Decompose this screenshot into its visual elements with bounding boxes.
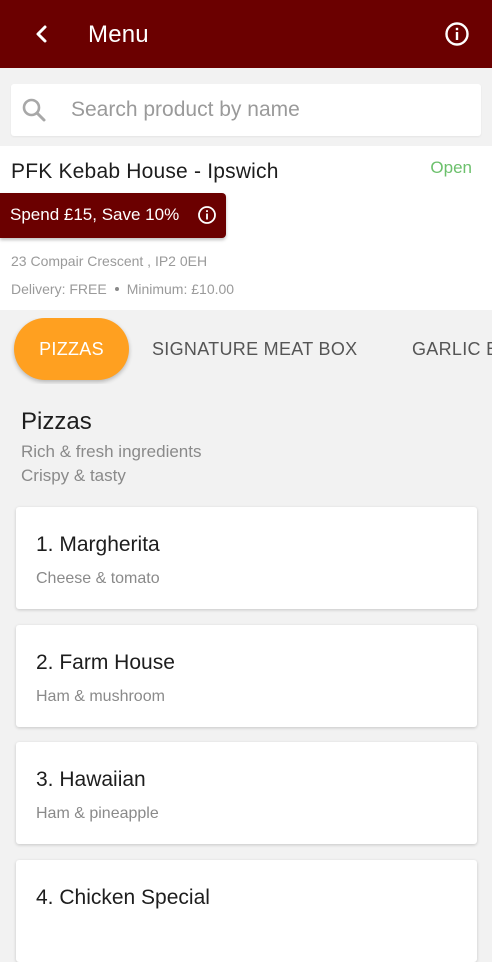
chevron-left-icon (36, 25, 47, 43)
promo-banner[interactable]: Spend £15, Save 10% (0, 193, 226, 238)
store-name: PFK Kebab House - Ipswich (11, 160, 279, 183)
product-name: 3. Hawaiian (36, 768, 146, 791)
tab-garlic-bread[interactable]: GARLIC B (412, 318, 492, 380)
product-card[interactable]: 4. Chicken Special (16, 860, 477, 962)
product-description: Ham & pineapple (36, 805, 159, 822)
store-header: PFK Kebab House - Ipswich Open Spend £15… (0, 146, 492, 310)
product-card[interactable]: 3. Hawaiian Ham & pineapple (16, 742, 477, 844)
info-button[interactable] (443, 20, 471, 48)
app-bar: Menu (0, 0, 492, 68)
promo-text: Spend £15, Save 10% (10, 205, 180, 224)
product-name: 1. Margherita (36, 533, 160, 556)
delivery-info: Delivery: FREE Minimum: £10.00 (11, 281, 234, 297)
search-bar (11, 84, 481, 136)
search-icon (22, 98, 46, 122)
minimum-order: Minimum: £10.00 (126, 281, 235, 297)
section-description: Rich & fresh ingredients (21, 442, 202, 461)
product-card[interactable]: 1. Margherita Cheese & tomato (16, 507, 477, 609)
section-title: Pizzas (21, 408, 92, 435)
product-description: Cheese & tomato (36, 570, 160, 587)
store-status-badge: Open (430, 158, 472, 177)
delivery-fee: Delivery: FREE (11, 281, 107, 297)
info-circle-icon (198, 206, 216, 224)
search-input[interactable] (71, 84, 471, 136)
product-name: 2. Farm House (36, 651, 175, 674)
product-name: 4. Chicken Special (36, 886, 210, 909)
product-description: Ham & mushroom (36, 688, 165, 705)
info-circle-icon (445, 22, 469, 46)
page-title: Menu (88, 21, 149, 48)
separator-dot (114, 287, 119, 292)
tab-signature-meat-box[interactable]: SIGNATURE MEAT BOX (152, 318, 357, 380)
category-tabs: PIZZAS SIGNATURE MEAT BOX GARLIC B (0, 318, 492, 384)
tab-pizzas[interactable]: PIZZAS (14, 318, 129, 380)
back-button[interactable] (22, 14, 62, 54)
store-address: 23 Compair Crescent , IP2 0EH (11, 253, 208, 269)
product-card[interactable]: 2. Farm House Ham & mushroom (16, 625, 477, 727)
section-description: Crispy & tasty (21, 466, 126, 485)
